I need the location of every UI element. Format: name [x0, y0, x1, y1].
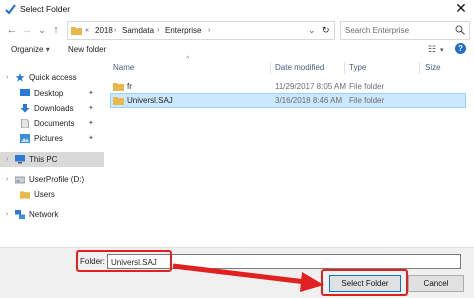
annotation-arrow: [172, 263, 324, 292]
